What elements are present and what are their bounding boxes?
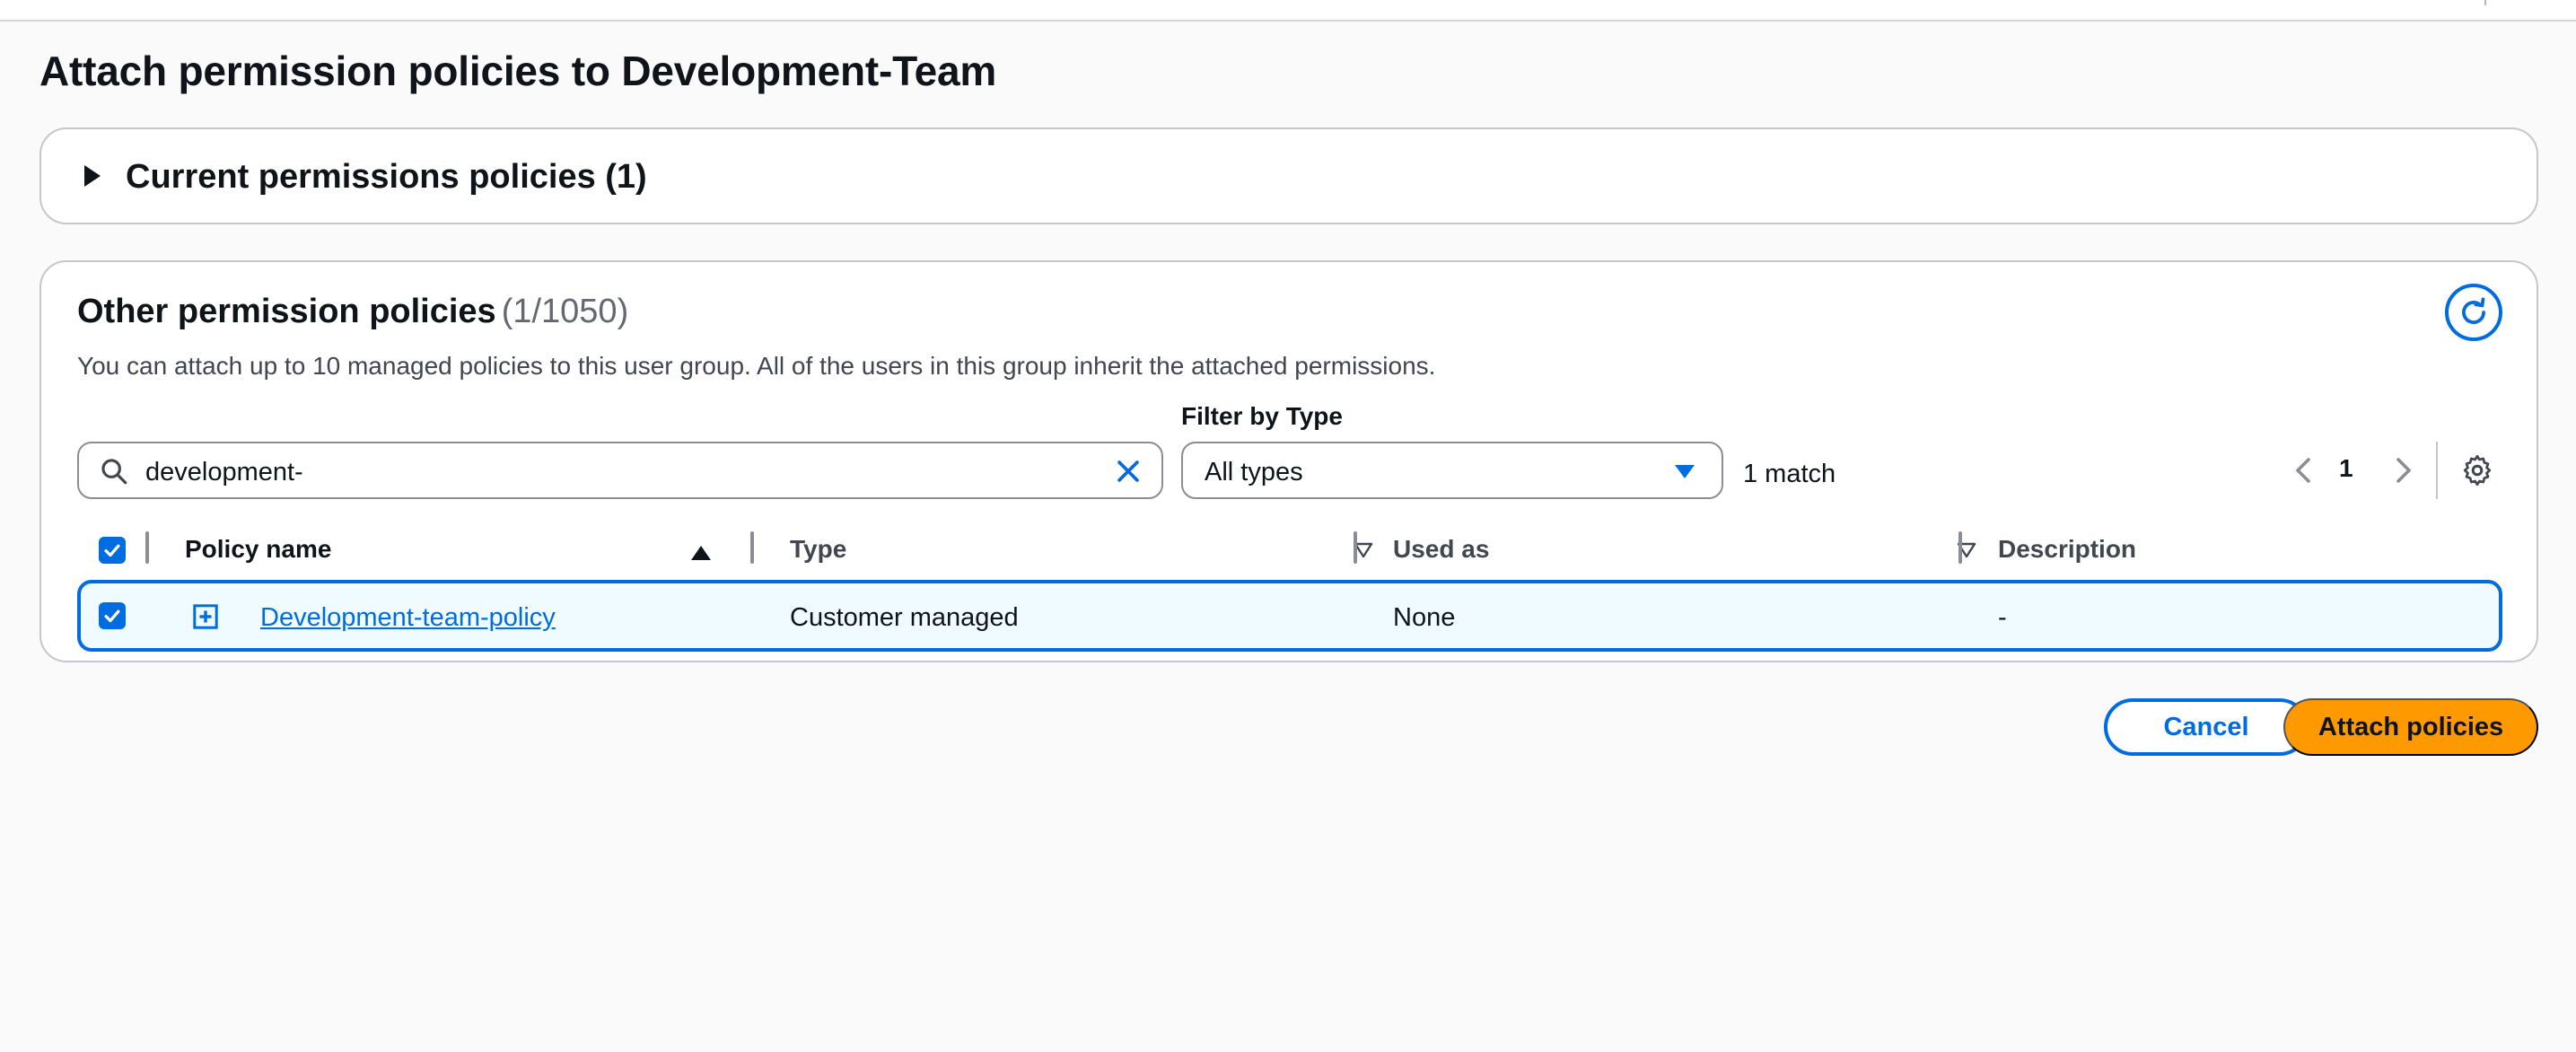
column-header-label: Type <box>790 535 847 563</box>
refresh-icon <box>2462 297 2485 324</box>
caret-down-icon <box>1675 465 1695 478</box>
column-divider <box>145 531 149 564</box>
policy-description-cell: - <box>1998 603 2007 632</box>
caret-right-icon[interactable] <box>84 165 101 187</box>
column-header-description[interactable]: Description <box>1998 531 2447 567</box>
column-header-policy-name[interactable]: Policy name <box>185 531 777 567</box>
match-count: 1 match <box>1743 460 1836 488</box>
column-header-type[interactable]: Type <box>790 531 1382 567</box>
column-resize-handle[interactable] <box>1354 531 1357 564</box>
row-select-checkbox[interactable] <box>99 602 126 629</box>
current-permissions-toggle[interactable]: Current permissions policies (1) <box>126 158 647 197</box>
other-permissions-panel: Other permission policies (1/1050) You ca… <box>39 260 2538 662</box>
column-resize-handle[interactable] <box>750 531 754 564</box>
gear-icon[interactable] <box>2461 454 2493 487</box>
column-header-label: Description <box>1998 535 2137 563</box>
chevron-right-icon[interactable] <box>2393 456 2414 485</box>
checkmark-icon <box>104 609 120 623</box>
other-permissions-description: You can attach up to 10 managed policies… <box>77 352 1436 380</box>
clear-search-icon[interactable] <box>1113 456 1143 487</box>
policy-search-input[interactable]: development- <box>77 442 1163 499</box>
other-permissions-title: Other permission policies <box>77 293 496 330</box>
column-header-label: Used as <box>1393 535 1490 563</box>
expand-plus-icon[interactable] <box>192 603 219 630</box>
column-header-label: Policy name <box>185 535 332 563</box>
refresh-button[interactable] <box>2445 284 2502 341</box>
other-permissions-heading: Other permission policies (1/1050) <box>77 293 628 331</box>
policy-used-as-cell: None <box>1393 603 1456 632</box>
top-bar <box>0 0 2576 22</box>
current-permissions-panel: Current permissions policies (1) <box>39 127 2538 224</box>
pagination-divider <box>2436 442 2438 499</box>
policy-name-link[interactable]: Development-team-policy <box>260 603 556 633</box>
filter-type-selected: All types <box>1205 458 1303 487</box>
search-input-value[interactable]: development- <box>145 458 303 487</box>
checkmark-icon <box>104 544 120 557</box>
pagination-page-1[interactable]: 1 <box>2339 454 2353 483</box>
page-title: Attach permission policies to Developmen… <box>39 48 997 94</box>
cancel-button[interactable]: Cancel <box>2104 698 2309 756</box>
search-icon <box>101 459 127 485</box>
top-bar-divider <box>2484 0 2486 5</box>
filter-type-select[interactable]: All types <box>1181 442 1723 499</box>
select-all-checkbox[interactable] <box>99 537 126 564</box>
table-row[interactable]: Development-team-policy Customer managed… <box>77 580 2502 652</box>
filter-by-type-label: Filter by Type <box>1181 402 1343 430</box>
column-resize-handle[interactable] <box>1958 531 1962 564</box>
other-permissions-count: (1/1050) <box>501 293 629 330</box>
attach-policies-button[interactable]: Attach policies <box>2283 698 2538 756</box>
chevron-left-icon[interactable] <box>2292 456 2314 485</box>
column-header-used-as[interactable]: Used as <box>1393 531 1985 567</box>
policy-type-cell: Customer managed <box>790 603 1019 632</box>
sort-ascending-icon[interactable] <box>691 546 711 560</box>
